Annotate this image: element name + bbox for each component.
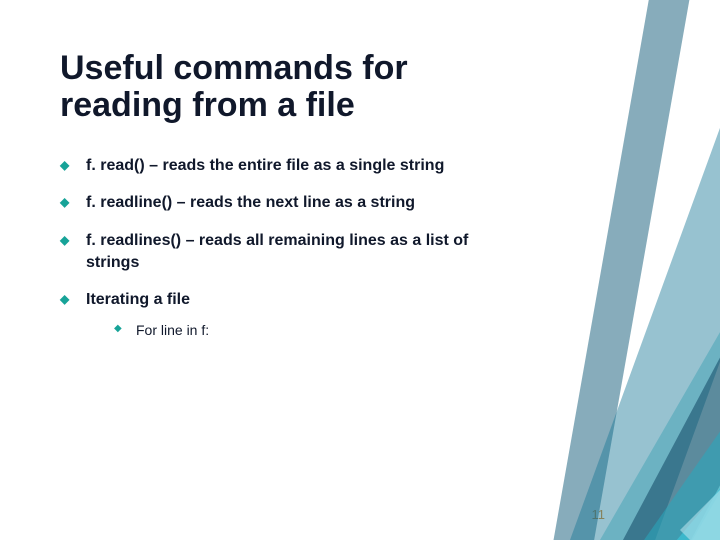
- bullet-text: f. readlines() – reads all remaining lin…: [86, 232, 468, 271]
- bullet-text: f. readline() – reads the next line as a…: [86, 194, 415, 211]
- bullet-item: f. read() – reads the entire file as a s…: [60, 155, 526, 177]
- ribbon-shape: [660, 100, 720, 540]
- slide: Useful commands for reading from a file …: [0, 0, 720, 540]
- page-number: 11: [592, 507, 606, 522]
- ribbon-shape: [680, 106, 720, 540]
- bullet-item: f. readlines() – reads all remaining lin…: [60, 230, 526, 273]
- sub-bullet-list: For line in f:: [114, 321, 526, 340]
- sub-bullet-item: For line in f:: [114, 321, 526, 340]
- bullet-item: f. readline() – reads the next line as a…: [60, 192, 526, 214]
- bullet-list: f. read() – reads the entire file as a s…: [60, 155, 660, 340]
- slide-title: Useful commands for reading from a file: [60, 50, 460, 125]
- bullet-text: Iterating a file: [86, 291, 190, 308]
- bullet-text: f. read() – reads the entire file as a s…: [86, 157, 444, 174]
- sub-bullet-text: For line in f:: [136, 322, 209, 338]
- bullet-item: Iterating a file For line in f:: [60, 289, 526, 339]
